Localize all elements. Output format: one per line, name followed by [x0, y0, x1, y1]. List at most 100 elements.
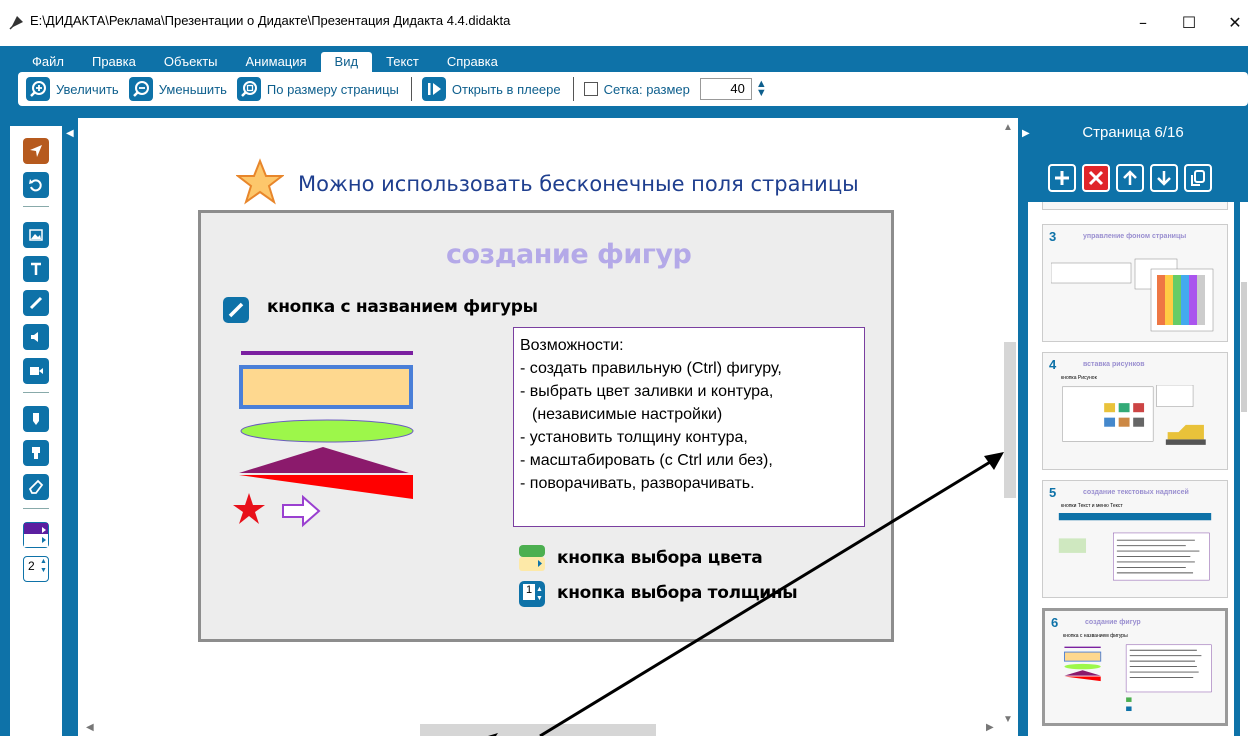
thumbnail-preview: [1051, 258, 1214, 332]
page-thumbnails[interactable]: 3 управление фоном страницы 4 вставка ри…: [1028, 202, 1234, 736]
move-down-icon[interactable]: [1150, 164, 1178, 192]
thumbnail-subtitle: кнопка с названием фигуры: [1063, 633, 1128, 639]
video-icon[interactable]: [23, 358, 49, 384]
thumbnail-preview: [1063, 644, 1212, 712]
pointer-icon[interactable]: [23, 138, 49, 164]
close-button[interactable]: ✕: [1218, 10, 1248, 36]
highlighter-icon[interactable]: [23, 440, 49, 466]
page-thumbnail-5[interactable]: 5 создание текстовых надписей кнопки Тек…: [1042, 480, 1228, 598]
thumbnail-number: 5: [1049, 485, 1057, 500]
thumbnail-title: управление фоном страницы: [1083, 233, 1187, 240]
thumbnails-scrollbar[interactable]: [1240, 202, 1248, 736]
rectangle-shape: [239, 365, 413, 409]
scroll-left-icon[interactable]: ◀: [86, 722, 94, 733]
menu-help[interactable]: Справка: [433, 52, 512, 72]
page-thumbnail[interactable]: [1042, 202, 1228, 210]
menu-text[interactable]: Текст: [372, 52, 433, 72]
grid-size-label: Сетка: размер: [603, 81, 690, 97]
thumbnail-title: вставка рисунков: [1083, 361, 1145, 368]
menu-file[interactable]: Файл: [18, 52, 78, 72]
minimize-button[interactable]: –: [1126, 10, 1160, 36]
page-canvas[interactable]: Можно использовать бесконечные поля стра…: [78, 118, 1018, 736]
slide-frame[interactable]: создание фигур кнопка с названием фигуры…: [198, 210, 894, 642]
page-thumbnail-4[interactable]: 4 вставка рисунков кнопка Рисунок: [1042, 352, 1228, 470]
thumbnail-number: 3: [1049, 229, 1057, 244]
feature-item: - выбрать цвет заливки и контура,: [520, 383, 774, 400]
color-button-icon: [519, 545, 545, 571]
line-shape: [241, 351, 413, 355]
features-textbox[interactable]: Возможности: - создать правильную (Ctrl)…: [513, 327, 865, 527]
width-button-value: 1: [523, 584, 535, 600]
horizontal-scroll-thumb[interactable]: [420, 724, 656, 736]
app-logo-icon: [9, 16, 23, 30]
scroll-up-icon[interactable]: ▲: [1003, 122, 1013, 133]
eraser-icon[interactable]: [23, 474, 49, 500]
pages-panel: ▶ Страница 6/16 3 управление фоном стран…: [1018, 118, 1248, 736]
zoom-in-button[interactable]: Увеличить: [26, 75, 119, 103]
width-button-label: кнопка выбора толщины: [557, 583, 798, 603]
features-heading: Возможности:: [520, 337, 624, 354]
image-icon[interactable]: [23, 222, 49, 248]
grid-size-stepper[interactable]: ▲ ▼: [756, 79, 767, 99]
scroll-down-icon[interactable]: ▼: [1003, 714, 1013, 725]
maximize-button[interactable]: ☐: [1172, 10, 1206, 36]
grid-checkbox[interactable]: [583, 82, 598, 96]
slide-title: создание фигур: [446, 239, 692, 270]
fit-page-icon: [236, 77, 261, 101]
toolbar-divider: [410, 77, 412, 101]
wedge-shape: [239, 475, 413, 499]
window-title: E:\ДИДАКТА\Реклама\Презентации о Дидакте…: [30, 13, 511, 28]
zoom-out-button[interactable]: Уменьшить: [128, 75, 227, 103]
thumbnails-scroll-thumb[interactable]: [1241, 282, 1247, 412]
thumbnail-title: создание текстовых надписей: [1083, 489, 1189, 496]
line-width-icon[interactable]: 2 ▲ ▼: [23, 556, 49, 582]
menu-edit[interactable]: Правка: [78, 52, 150, 72]
small-star-shape: [233, 493, 265, 524]
marker-icon[interactable]: [23, 406, 49, 432]
tool-divider: [23, 206, 49, 207]
collapse-left-panel-icon[interactable]: ◀: [66, 128, 74, 139]
view-toolbar: Увеличить Уменьшить По размеру страницы …: [18, 72, 1248, 106]
delete-page-icon[interactable]: [1082, 164, 1110, 192]
open-player-label: Открыть в плеере: [451, 81, 561, 97]
shapes-illustration: [233, 351, 414, 528]
open-player-button[interactable]: Открыть в плеере: [421, 75, 561, 103]
ribbon: Файл Правка Объекты Анимация Вид Текст С…: [0, 46, 1248, 118]
fit-page-label: По размеру страницы: [266, 81, 399, 97]
grid-size-input[interactable]: 40: [699, 78, 752, 100]
sound-icon[interactable]: [23, 324, 49, 350]
duplicate-page-icon[interactable]: [1184, 164, 1212, 192]
color-picker-icon[interactable]: [23, 522, 49, 548]
shape-button-label: кнопка с названием фигуры: [267, 297, 538, 317]
tool-divider: [23, 392, 49, 393]
line-width-stepper-icon: ▲ ▼: [40, 558, 47, 574]
menu-view[interactable]: Вид: [320, 52, 373, 72]
add-page-icon[interactable]: [1048, 164, 1076, 192]
menu-bar: Файл Правка Объекты Анимация Вид Текст С…: [18, 52, 512, 72]
zoom-out-icon: [128, 77, 153, 101]
text-icon[interactable]: [23, 256, 49, 282]
move-up-icon[interactable]: [1116, 164, 1144, 192]
fit-page-button[interactable]: По размеру страницы: [236, 75, 399, 103]
width-button-icon: 1 ▲ ▼: [519, 581, 545, 607]
canvas-vertical-scrollbar[interactable]: ▲ ▼: [1000, 118, 1018, 736]
thumbnail-preview: [1058, 513, 1212, 581]
page-thumbnail-3[interactable]: 3 управление фоном страницы: [1042, 224, 1228, 342]
canvas-horizontal-scrollbar[interactable]: ◀ ▶: [78, 722, 1000, 736]
play-icon: [421, 77, 446, 101]
ellipse-shape: [240, 419, 414, 443]
pen-icon[interactable]: [23, 290, 49, 316]
title-bar: E:\ДИДАКТА\Реклама\Презентации о Дидакте…: [0, 0, 1248, 46]
vertical-scroll-thumb[interactable]: [1004, 342, 1016, 498]
menu-animation[interactable]: Анимация: [232, 52, 321, 72]
undo-icon[interactable]: [23, 172, 49, 198]
page-thumbnail-6[interactable]: 6 создание фигур кнопка с названием фигу…: [1042, 608, 1228, 726]
thumbnail-number: 4: [1049, 357, 1057, 372]
zoom-out-label: Уменьшить: [158, 81, 227, 97]
feature-item: - установить толщину контура,: [520, 429, 748, 446]
page-headline: Можно использовать бесконечные поля стра…: [298, 172, 859, 196]
tool-palette: ◀ 2 ▲ ▼: [0, 118, 78, 736]
scroll-right-icon[interactable]: ▶: [986, 722, 994, 733]
tool-strip: 2 ▲ ▼: [10, 126, 62, 736]
menu-objects[interactable]: Объекты: [150, 52, 232, 72]
